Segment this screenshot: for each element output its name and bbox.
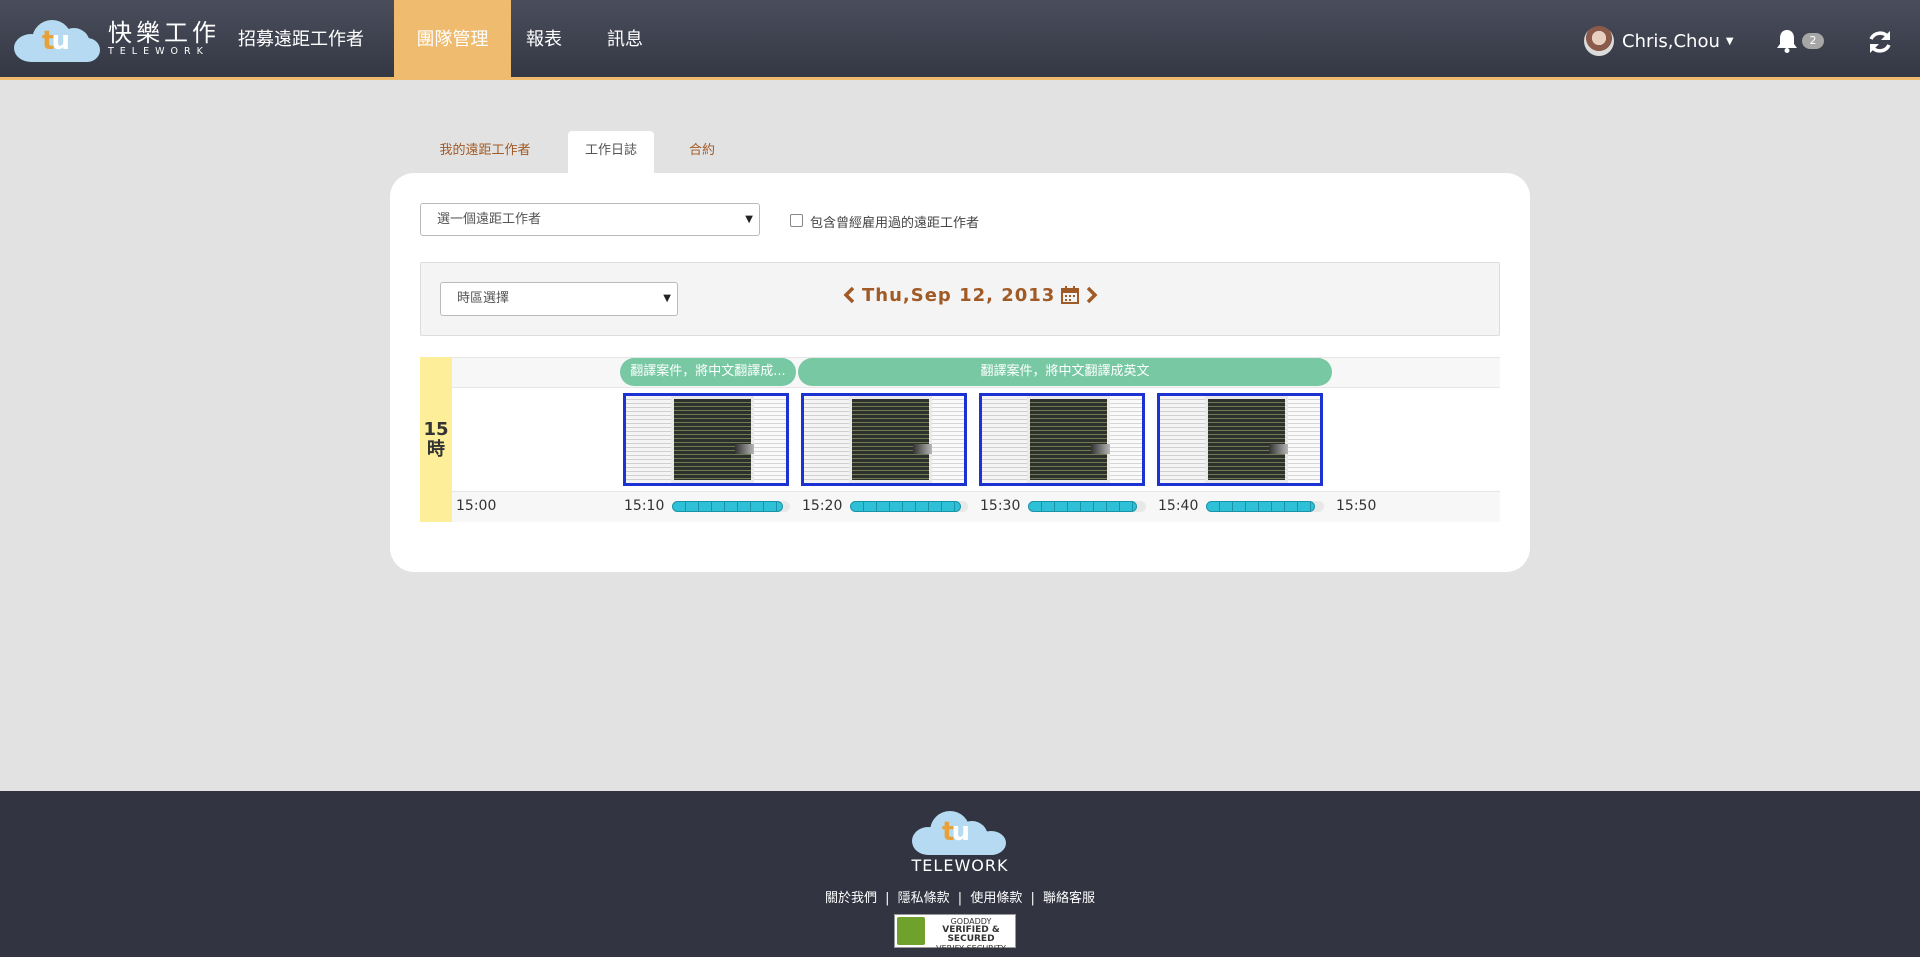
- footer-link-terms[interactable]: 使用條款: [970, 891, 1022, 906]
- memo-bar[interactable]: 翻譯案件，將中文翻譯成英文: [798, 358, 1332, 386]
- footer-separator: |: [1030, 891, 1035, 906]
- footer-link-contact[interactable]: 聯絡客服: [1043, 891, 1095, 906]
- time-label: 15:00: [456, 498, 497, 514]
- footer-links: 關於我們 | 隱私條款 | 使用條款 | 聯絡客服: [700, 887, 1220, 906]
- nav-messages[interactable]: 訊息: [592, 0, 658, 80]
- footer-separator: |: [885, 891, 890, 906]
- time-label: 15:40: [1158, 498, 1199, 514]
- screenshot-thumbnail[interactable]: [979, 393, 1145, 486]
- calendar-icon[interactable]: [1061, 286, 1080, 304]
- footer-link-privacy[interactable]: 隱私條款: [898, 891, 950, 906]
- tab-contracts[interactable]: 合約: [676, 131, 728, 174]
- seal-line-2: VERIFIED & SECURED: [942, 925, 1000, 944]
- timezone-select[interactable]: 時區選擇 ▼: [440, 282, 678, 316]
- timezone-select-value: 時區選擇: [457, 291, 510, 306]
- hour-number: 15: [423, 419, 449, 440]
- activity-meter-bar: [850, 501, 961, 512]
- activity-meter-bar: [1206, 501, 1315, 512]
- seal-line-3: VERIFY SECURITY: [936, 944, 1006, 953]
- footer-separator: |: [957, 891, 963, 906]
- tab-my-workers[interactable]: 我的遠距工作者: [426, 131, 544, 174]
- include-past-label: 包含曾經雇用過的遠距工作者: [810, 216, 980, 231]
- user-name: Chris,Chou: [1622, 30, 1720, 52]
- worker-select[interactable]: 選一個遠距工作者 ▼: [420, 203, 760, 236]
- nav-reports[interactable]: 報表: [512, 0, 576, 80]
- chevron-left-icon[interactable]: [842, 286, 856, 304]
- time-label: 15:20: [802, 498, 843, 514]
- tab-work-log[interactable]: 工作日誌: [568, 131, 654, 174]
- lock-icon: [897, 917, 925, 945]
- select-arrow-icon: ▼: [745, 214, 753, 225]
- screenshot-thumbnail[interactable]: [801, 393, 967, 486]
- time-label: 15:10: [624, 498, 665, 514]
- security-seal[interactable]: GODADDY VERIFIED & SECURED VERIFY SECURI…: [894, 914, 1016, 953]
- nav-recruit[interactable]: 招募遠距工作者: [226, 0, 376, 80]
- current-date: Thu,Sep 12, 2013: [862, 284, 1056, 306]
- cloud-logo-icon: tu: [14, 16, 102, 62]
- top-navbar: tu 快樂工作 TELEWORK 招募遠距工作者 團隊管理 報表 訊息 Chri…: [0, 0, 1920, 80]
- brand-name-cn: 快樂工作: [108, 19, 220, 47]
- activity-meter-bar: [1028, 501, 1137, 512]
- notification-badge[interactable]: 2: [1802, 33, 1824, 49]
- screenshot-thumbnail[interactable]: [623, 393, 789, 486]
- screenshot-thumbnail[interactable]: [1157, 393, 1323, 486]
- activity-meter-bar: [672, 501, 783, 512]
- bell-icon[interactable]: [1774, 28, 1800, 54]
- cloud-logo-icon: tu: [912, 811, 1008, 857]
- user-menu[interactable]: Chris,Chou ▼: [1584, 26, 1734, 56]
- footer-brand: TELEWORK: [911, 856, 1009, 875]
- hour-unit: 時: [427, 439, 445, 460]
- date-navigator: Thu,Sep 12, 2013: [842, 283, 1099, 307]
- brand-name-en: TELEWORK: [108, 46, 209, 57]
- hour-label: 15 時: [422, 420, 450, 460]
- select-arrow-icon: ▼: [663, 293, 671, 304]
- memo-bar[interactable]: 翻譯案件，將中文翻譯成...: [620, 358, 796, 386]
- chevron-right-icon[interactable]: [1085, 286, 1099, 304]
- time-label: 15:50: [1336, 498, 1377, 514]
- brand-logo[interactable]: tu 快樂工作 TELEWORK: [14, 16, 220, 62]
- footer-link-about[interactable]: 關於我們: [825, 891, 877, 906]
- caret-down-icon: ▼: [1725, 35, 1734, 47]
- time-label: 15:30: [980, 498, 1021, 514]
- avatar: [1584, 26, 1614, 56]
- refresh-icon[interactable]: [1866, 28, 1894, 56]
- nav-team-management[interactable]: 團隊管理: [394, 0, 511, 80]
- include-past-checkbox[interactable]: [790, 214, 803, 227]
- worker-select-value: 選一個遠距工作者: [437, 212, 542, 227]
